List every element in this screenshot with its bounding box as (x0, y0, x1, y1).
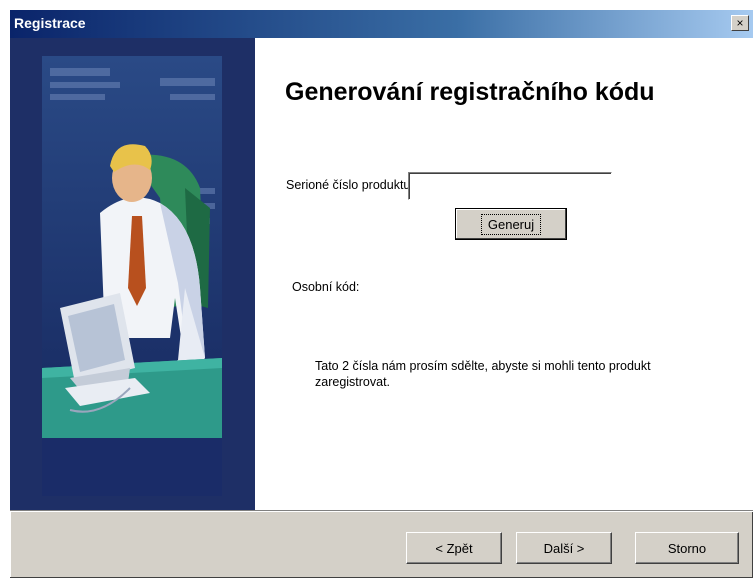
dialog-content: Generování registračního kódu Serioné čí… (10, 38, 753, 510)
close-icon: × (736, 16, 744, 30)
page-title: Generování registračního kódu (285, 78, 655, 106)
cancel-button[interactable]: Storno (635, 532, 739, 564)
info-text: Tato 2 čísla nám prosím sdělte, abyste s… (315, 359, 651, 389)
next-button[interactable]: Další > (516, 532, 612, 564)
serial-number-label: Serioné číslo produktu: (286, 178, 414, 192)
sidebar-illustration (10, 38, 255, 510)
back-button[interactable]: < Zpět (406, 532, 502, 564)
footer-divider (10, 510, 753, 512)
serial-number-input[interactable] (408, 172, 612, 200)
close-button[interactable]: × (731, 15, 749, 31)
title-bar[interactable]: Registrace × (10, 10, 753, 38)
personal-code-label: Osobní kód: (292, 280, 360, 294)
registration-dialog: Registrace × Generování registračního kó… (10, 10, 753, 578)
user-at-computer-illustration (42, 56, 222, 496)
generate-button-label: Generuj (480, 213, 542, 235)
generate-button[interactable]: Generuj (455, 208, 567, 240)
window-title: Registrace (14, 15, 86, 31)
